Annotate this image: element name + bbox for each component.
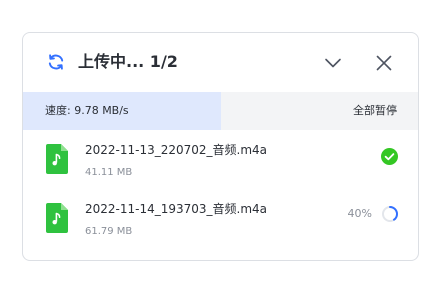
- check-circle-icon: [381, 148, 398, 165]
- file-row: 2022-11-13_220702_音频.m4a 41.11 MB: [23, 134, 418, 190]
- file-row: 2022-11-14_193703_音频.m4a 61.79 MB 40%: [23, 193, 418, 249]
- upload-panel: 上传中... 1/2 速度: 9.78 MB/s 全部暂停 2022-11-13…: [22, 32, 419, 261]
- audio-file-icon: [46, 144, 68, 174]
- file-name: 2022-11-14_193703_音频.m4a: [85, 202, 268, 216]
- file-size: 61.79 MB: [85, 226, 133, 237]
- upload-title: 上传中... 1/2: [78, 52, 178, 71]
- upload-speed: 速度: 9.78 MB/s: [45, 104, 129, 117]
- upload-header: 上传中... 1/2: [23, 33, 418, 92]
- close-icon[interactable]: [374, 53, 394, 73]
- pause-all-button[interactable]: 全部暂停: [353, 104, 397, 118]
- transfer-speed-bar: 速度: 9.78 MB/s 全部暂停: [23, 92, 418, 130]
- file-name: 2022-11-13_220702_音频.m4a: [85, 143, 268, 157]
- progress-ring-icon: [382, 206, 398, 222]
- audio-file-icon: [46, 203, 68, 233]
- chevron-down-icon[interactable]: [323, 53, 343, 73]
- sync-icon: [48, 54, 64, 70]
- file-size: 41.11 MB: [85, 167, 133, 178]
- upload-progress-percent: 40%: [347, 207, 372, 220]
